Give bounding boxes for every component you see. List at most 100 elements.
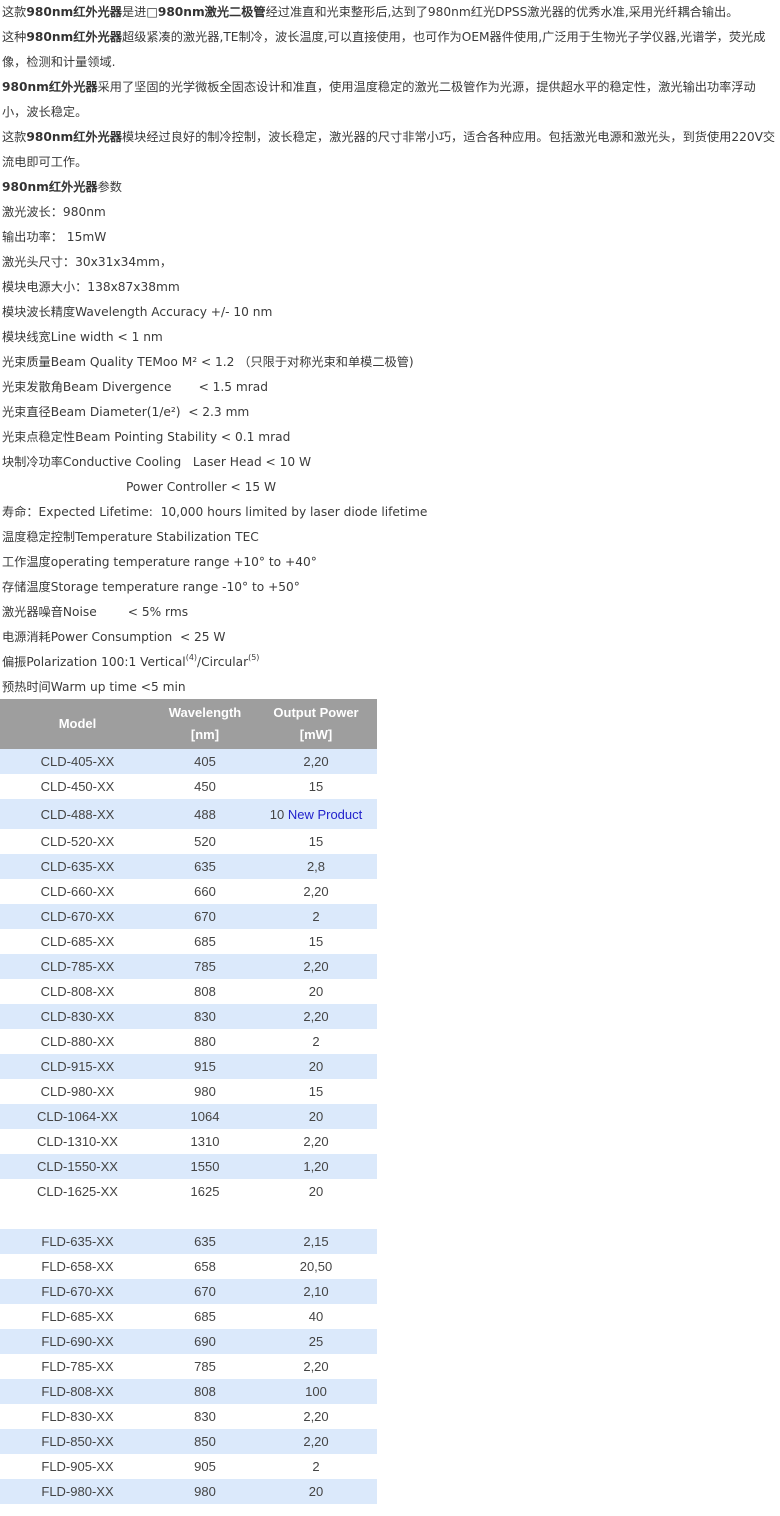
model-cell: CLD-808-XX [40, 984, 115, 999]
wavelength-cell: 670 [155, 904, 255, 929]
wavelength-cell: 635 [155, 1229, 255, 1254]
table-row: FLD-658-XX 658 20,50 [0, 1254, 377, 1279]
table-row: CLD-830-XX 830 2,20 [0, 1004, 377, 1029]
power-cell: 20,50 [299, 1259, 333, 1274]
wavelength-cell: 785 [155, 954, 255, 979]
power-cell: 20 [255, 1479, 377, 1504]
wavelength-cell: 980 [194, 1084, 216, 1099]
model-cell: CLD-488-XX [0, 799, 155, 829]
model-cell: CLD-405-XX [0, 749, 155, 774]
model-cell: FLD-685-XX [41, 1309, 114, 1324]
table-row: CLD-1550-XX 1550 1,20 [0, 1154, 377, 1179]
wavelength-cell: 405 [155, 749, 255, 774]
wavelength-cell: 1310 [190, 1134, 220, 1149]
wavelength-cell: 915 [155, 1054, 255, 1079]
model-cell: CLD-635-XX [0, 854, 155, 879]
wavelength-cell [155, 1204, 255, 1229]
wavelength-cell: 850 [155, 1429, 255, 1454]
table-row: CLD-450-XX 450 15 [0, 774, 377, 799]
table-spacer-row [0, 1204, 377, 1229]
table-row: CLD-808-XX 808 20 [0, 979, 377, 1004]
power-cell [255, 1204, 377, 1229]
power-cell: 2,15 [255, 1229, 377, 1254]
table-row: CLD-685-XX 685 15 [0, 929, 377, 954]
spec-line: 温度稳定控制Temperature Stabilization TEC [2, 530, 259, 544]
spec-line: 输出功率： 15mW [2, 230, 107, 244]
intro-paragraph-4: 这款980nm红外光器模块经过良好的制冷控制，波长稳定，激光器的尺寸非常小巧，适… [2, 130, 776, 169]
model-cell: CLD-1625-XX [37, 1184, 118, 1199]
spec-line: 工作温度operating temperature range +10° to … [2, 555, 317, 569]
power-cell: 20 [255, 1054, 377, 1079]
table-row: CLD-1310-XX 1310 2,20 [0, 1129, 377, 1154]
spec-line: 块制冷功率Conductive Cooling Laser Head < 10 … [2, 455, 312, 469]
power-cell: 15 [308, 1084, 324, 1099]
power-cell: 2,20 [303, 1409, 329, 1424]
spec-line: 预热时间Warm up time <5 min [2, 680, 186, 694]
table-row: FLD-830-XX 830 2,20 [0, 1404, 377, 1429]
wavelength-cell: 785 [194, 1359, 216, 1374]
power-cell: 10 New Product [255, 799, 377, 829]
table-row: CLD-1064-XX 1064 20 [0, 1104, 377, 1129]
spec-line: 光束发散角Beam Divergence < 1.5 mrad [2, 380, 268, 394]
wavelength-cell: 808 [194, 984, 216, 999]
power-cell: 25 [255, 1329, 377, 1354]
wavelength-cell: 905 [194, 1459, 216, 1474]
power-cell: 2 [312, 1034, 320, 1049]
wavelength-cell: 488 [155, 799, 255, 829]
power-cell: 20 [308, 984, 324, 999]
power-cell: 2,20 [303, 1134, 329, 1149]
spec-line: 激光波长：980nm [2, 205, 106, 219]
spec-line: Power Controller < 15 W [126, 480, 277, 494]
power-cell: 2,20 [255, 1004, 377, 1029]
table-row: FLD-685-XX 685 40 [0, 1304, 377, 1329]
table-row: FLD-905-XX 905 2 [0, 1454, 377, 1479]
power-cell: 15 [308, 779, 324, 794]
model-cell: CLD-1310-XX [37, 1134, 118, 1149]
power-cell: 2 [312, 1459, 320, 1474]
power-cell: 15 [308, 934, 324, 949]
wavelength-cell: 830 [155, 1004, 255, 1029]
table-row: FLD-635-XX 635 2,15 [0, 1229, 377, 1254]
table-row: CLD-635-XX 635 2,8 [0, 854, 377, 879]
wavelength-cell: 660 [194, 884, 216, 899]
intro-paragraph-2: 这种980nm红外光器超级紧凑的激光器,TE制冷，波长温度,可以直接使用，也可作… [2, 30, 766, 69]
product-description: 这款980nm红外光器是进□980nm激光二极管经过准直和光束整形后,达到了98… [2, 0, 778, 700]
model-cell: CLD-660-XX [40, 884, 115, 899]
new-product-link[interactable]: New Product [288, 807, 362, 822]
spec-line: 存储温度Storage temperature range -10° to +5… [2, 580, 300, 594]
power-cell: 2 [255, 904, 377, 929]
column-header-output-power: Output Power [mW] [255, 699, 377, 749]
model-cell: FLD-690-XX [0, 1329, 155, 1354]
model-cell: FLD-905-XX [41, 1459, 114, 1474]
power-cell: 15 [308, 834, 324, 849]
wavelength-cell: 690 [155, 1329, 255, 1354]
table-row: FLD-670-XX 670 2,10 [0, 1279, 377, 1304]
wavelength-cell: 635 [155, 854, 255, 879]
spec-line-polarization: 偏振Polarization 100:1 Vertical(4)/Circula… [2, 653, 260, 670]
power-cell: 2,20 [255, 749, 377, 774]
table-row: CLD-660-XX 660 2,20 [0, 879, 377, 904]
wavelength-cell: 685 [194, 934, 216, 949]
intro-paragraph-1: 这款980nm红外光器是进□980nm激光二极管经过准直和光束整形后,达到了98… [2, 5, 739, 19]
model-cell: CLD-785-XX [0, 954, 155, 979]
spec-line: 模块电源大小：138x87x38mm [2, 280, 180, 294]
power-cell: 40 [308, 1309, 324, 1324]
power-cell: 2,10 [255, 1279, 377, 1304]
power-cell: 100 [255, 1379, 377, 1404]
wavelength-cell: 450 [194, 779, 216, 794]
table-row: FLD-980-XX 980 20 [0, 1479, 377, 1504]
power-value: 10 [269, 806, 285, 822]
power-cell: 2,20 [255, 1429, 377, 1454]
spec-line: 光束直径Beam Diameter(1/e²) < 2.3 mm [2, 405, 250, 419]
model-cell: FLD-808-XX [0, 1379, 155, 1404]
column-header-wavelength: Wavelength [nm] [155, 699, 255, 749]
model-cell: CLD-1550-XX [0, 1154, 155, 1179]
model-cell [0, 1204, 155, 1229]
params-heading: 980nm红外光器参数 [2, 180, 122, 194]
model-cell: CLD-685-XX [40, 934, 115, 949]
power-cell: 2,20 [303, 1359, 329, 1374]
table-row: CLD-488-XX 488 10 New Product [0, 799, 377, 829]
wavelength-cell: 880 [194, 1034, 216, 1049]
spec-line: 激光器噪音Noise < 5% rms [2, 605, 189, 619]
spec-line: 寿命：Expected Lifetime: 10,000 hours limit… [2, 505, 428, 519]
